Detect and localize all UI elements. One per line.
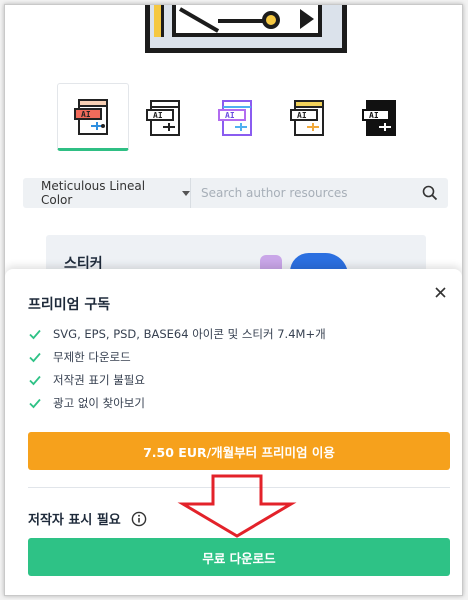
- style-option-lineal-color[interactable]: AI: [57, 83, 129, 151]
- feature-label: 광고 없이 찾아보기: [53, 395, 145, 410]
- feature-label: 무제한 다운로드: [53, 349, 131, 364]
- list-item: SVG, EPS, PSD, BASE64 아이콘 및 스티커 7.4M+개: [28, 322, 326, 345]
- download-panel: 프리미엄 구독 SVG, EPS, PSD, BASE64 아이콘 및 스티커 …: [5, 269, 462, 595]
- style-option-gradient[interactable]: AI: [201, 83, 273, 151]
- style-option-fill[interactable]: AI: [345, 83, 417, 151]
- attribution-required: 저작자 표시 필요: [28, 509, 147, 528]
- feature-label: SVG, EPS, PSD, BASE64 아이콘 및 스티커 7.4M+개: [53, 326, 326, 341]
- ai-file-icon: AI: [218, 100, 252, 136]
- ai-file-icon: AI: [290, 100, 324, 136]
- style-dropdown[interactable]: Meticulous Lineal Color: [23, 178, 191, 208]
- svg-text:AI: AI: [297, 111, 307, 120]
- check-icon: [29, 352, 41, 362]
- check-icon: [29, 375, 41, 385]
- feature-label: 저작권 표기 불필요: [53, 372, 145, 387]
- list-item: 광고 없이 찾아보기: [28, 391, 326, 414]
- search-icon: [422, 185, 438, 201]
- free-download-button[interactable]: 무료 다운로드: [28, 538, 450, 576]
- ai-file-icon: AI: [362, 100, 396, 136]
- style-dropdown-label: Meticulous Lineal Color: [41, 179, 146, 207]
- svg-text:AI: AI: [153, 111, 163, 120]
- svg-text:AI: AI: [225, 111, 235, 120]
- check-icon: [29, 329, 41, 339]
- style-option-flat[interactable]: AI: [273, 83, 345, 151]
- close-icon: [434, 286, 446, 298]
- search-button[interactable]: [412, 178, 448, 208]
- annotation-arrow-icon: [177, 474, 297, 538]
- ai-file-icon: AI: [146, 100, 180, 136]
- search-bar: Meticulous Lineal Color: [23, 178, 448, 208]
- icon-preview: [145, 5, 347, 53]
- check-icon: [29, 398, 41, 408]
- premium-title: 프리미엄 구독: [28, 297, 111, 313]
- ai-file-icon: AI: [74, 99, 108, 135]
- app-frame: AI AI AI AI AI Meticulous Lineal Color S…: [4, 4, 463, 596]
- list-item: 저작권 표기 불필요: [28, 368, 326, 391]
- caret-down-icon: [182, 190, 190, 196]
- premium-feature-list: SVG, EPS, PSD, BASE64 아이콘 및 스티커 7.4M+개 무…: [28, 322, 326, 414]
- style-option-lineal[interactable]: AI: [129, 83, 201, 151]
- info-icon[interactable]: [131, 511, 147, 527]
- style-selector: AI AI AI AI AI: [57, 83, 417, 151]
- search-input[interactable]: [191, 178, 412, 208]
- list-item: 무제한 다운로드: [28, 345, 326, 368]
- svg-text:AI: AI: [369, 111, 379, 120]
- premium-subscribe-button[interactable]: 7.50 EUR/개월부터 프리미엄 이용: [28, 432, 450, 470]
- close-button[interactable]: [432, 284, 448, 300]
- svg-text:AI: AI: [81, 110, 91, 119]
- attribution-label: 저작자 표시 필요: [28, 513, 121, 528]
